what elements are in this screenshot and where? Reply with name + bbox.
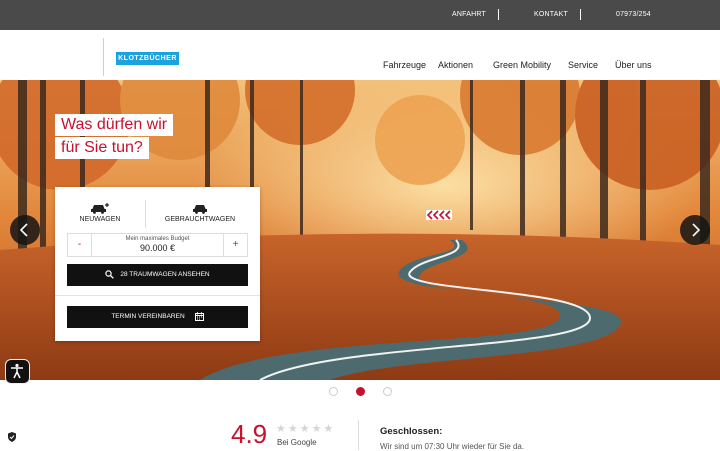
opening-status-title: Geschlossen: (380, 426, 443, 437)
link-phone[interactable]: 07973/254 (616, 11, 651, 18)
slider-dot-3[interactable] (383, 387, 392, 396)
search-results-button[interactable]: 28 TRAUMWAGEN ANSEHEN (67, 264, 248, 286)
bottom-divider (358, 420, 359, 450)
rating-source[interactable]: Bei Google (277, 438, 317, 447)
appointment-label: TERMIN VEREINBAREN (111, 313, 185, 320)
topbar-separator (498, 9, 499, 20)
chevron-right-icon (692, 223, 701, 237)
slider-dot-2[interactable] (356, 387, 365, 396)
tab-gebrauchtwagen[interactable]: GEBRAUCHTWAGEN (150, 187, 250, 232)
calendar-icon (194, 312, 204, 321)
slider-dot-1[interactable] (329, 387, 338, 396)
tab-divider (145, 200, 146, 228)
link-anfahrt[interactable]: ANFAHRT (452, 11, 486, 18)
logo-divider (103, 38, 104, 76)
nav-fahrzeuge[interactable]: Fahrzeuge (383, 60, 426, 70)
slider-prev-button[interactable] (10, 215, 40, 245)
tab-gebrauchtwagen-label: GEBRAUCHTWAGEN (164, 216, 236, 223)
google-rating-score: 4.9 (231, 419, 268, 449)
budget-stepper: - Mein maximales Budget 90.000 € + (67, 233, 248, 257)
budget-decrease-button[interactable]: - (68, 234, 92, 256)
accessibility-button[interactable] (5, 359, 30, 384)
chevron-left-icon (19, 223, 28, 237)
search-results-label: 28 TRAUMWAGEN ANSEHEN (120, 271, 210, 278)
topbar-separator (580, 9, 581, 20)
rating-stars: ★★★★★ (276, 423, 336, 435)
vehicle-search-card: NEUWAGEN GEBRAUCHTWAGEN - Mein maximales… (55, 187, 260, 341)
accessibility-icon (11, 363, 23, 379)
link-kontakt[interactable]: KONTAKT (534, 11, 568, 18)
card-separator (55, 295, 260, 296)
budget-value[interactable]: 90.000 € (92, 243, 223, 253)
headline-line-2: für Sie tun? (55, 137, 149, 159)
privacy-settings-button[interactable] (5, 430, 19, 444)
tab-neuwagen[interactable]: NEUWAGEN (55, 187, 145, 232)
tab-neuwagen-label: NEUWAGEN (79, 216, 121, 223)
headline-line-1: Was dürfen wir (55, 114, 174, 136)
main-header: KLOTZBÜCHER Fahrzeuge Aktionen Green Mob… (0, 30, 720, 80)
nav-aktionen[interactable]: Aktionen (438, 60, 473, 70)
search-icon (105, 270, 115, 279)
nav-service[interactable]: Service (568, 60, 598, 70)
logo[interactable]: KLOTZBÜCHER (116, 52, 179, 65)
appointment-button[interactable]: TERMIN VEREINBAREN (67, 306, 248, 328)
shield-icon (8, 432, 16, 442)
top-utility-bar: ANFAHRT KONTAKT 07973/254 (0, 0, 720, 30)
budget-increase-button[interactable]: + (223, 234, 247, 256)
nav-ueber-uns[interactable]: Über uns (615, 60, 652, 70)
budget-label: Mein maximales Budget (125, 236, 190, 242)
slider-next-button[interactable] (680, 215, 710, 245)
nav-green-mobility[interactable]: Green Mobility (493, 60, 551, 70)
